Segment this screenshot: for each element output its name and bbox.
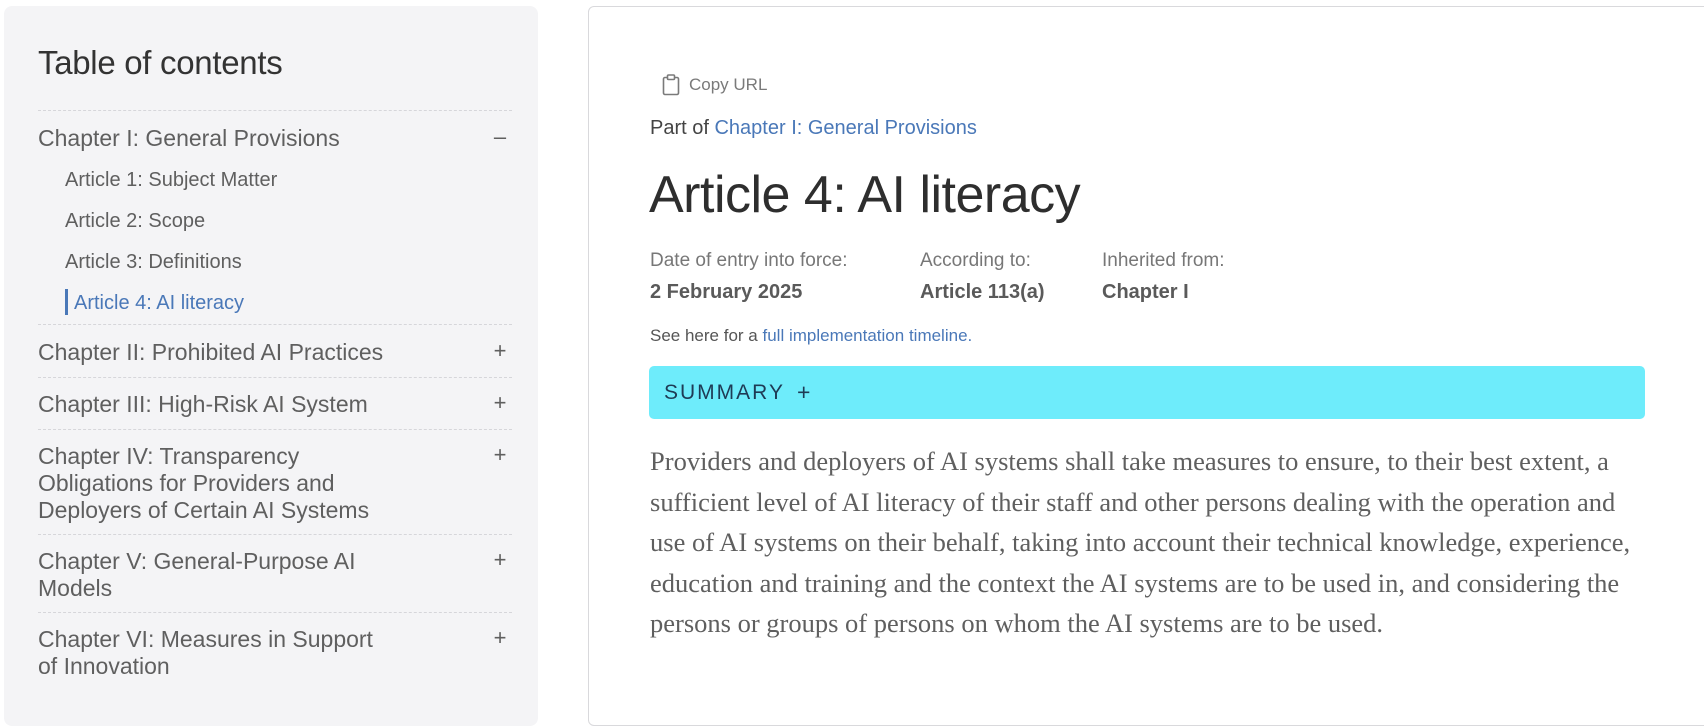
according-to: According to: Article 113(a) (920, 250, 1102, 304)
expand-icon[interactable]: + (490, 443, 510, 467)
copy-url-label[interactable]: Copy URL (689, 75, 767, 95)
article-body: Providers and deployers of AI systems sh… (650, 446, 1631, 638)
page-title: Article 4: AI literacy (649, 166, 1081, 224)
chapter-1-articles: Article 1: Subject Matter Article 2: Sco… (38, 160, 512, 324)
chapter-4-header[interactable]: Chapter IV: Transparency Obligations for… (38, 443, 512, 524)
toc-article-3[interactable]: Article 3: Definitions (38, 242, 512, 283)
entry-label: Date of entry into force: (650, 250, 848, 271)
chapter-6-header[interactable]: Chapter VI: Measures in Support of Innov… (38, 626, 512, 680)
collapse-icon[interactable]: – (490, 125, 510, 149)
chapter-1-label[interactable]: Chapter I: General Provisions (38, 125, 340, 152)
copy-url-button[interactable]: Copy URL (661, 74, 767, 96)
chapter-1-header[interactable]: Chapter I: General Provisions – (38, 125, 512, 152)
inherited-value: Chapter I (1102, 281, 1189, 303)
toc-chapter-4: Chapter IV: Transparency Obligations for… (38, 429, 512, 534)
toc-chapter-1: Chapter I: General Provisions – Article … (38, 110, 512, 324)
toc-article-4-active[interactable]: Article 4: AI literacy (38, 283, 512, 324)
summary-toggle-button[interactable]: SUMMARY + (649, 366, 1645, 419)
expand-icon[interactable]: + (490, 339, 510, 363)
chapter-3-header[interactable]: Chapter III: High-Risk AI System + (38, 391, 512, 418)
toc-title: Table of contents (38, 44, 283, 81)
chapter-2-header[interactable]: Chapter II: Prohibited AI Practices + (38, 339, 512, 366)
clipboard-icon (661, 74, 681, 96)
inherited-from: Inherited from: Chapter I (1102, 250, 1302, 304)
toc-chapter-3: Chapter III: High-Risk AI System + (38, 377, 512, 429)
article-panel: Copy URL Part of Chapter I: General Prov… (588, 6, 1704, 726)
toc-chapter-6: Chapter VI: Measures in Support of Innov… (38, 612, 512, 690)
according-label: According to: (920, 250, 1031, 271)
toc-article-1[interactable]: Article 1: Subject Matter (38, 160, 512, 201)
expand-icon[interactable]: + (490, 548, 510, 572)
chapter-6-label[interactable]: Chapter VI: Measures in Support of Innov… (38, 626, 388, 680)
summary-label[interactable]: SUMMARY (664, 381, 785, 405)
chapter-3-label[interactable]: Chapter III: High-Risk AI System (38, 391, 368, 418)
table-of-contents: Table of contents Chapter I: General Pro… (4, 6, 538, 726)
breadcrumb: Part of Chapter I: General Provisions (650, 117, 977, 140)
entry-into-force: Date of entry into force: 2 February 202… (650, 250, 920, 304)
entry-value: 2 February 2025 (650, 281, 803, 303)
timeline-prefix: See here for a (650, 326, 758, 345)
toc-chapter-2: Chapter II: Prohibited AI Practices + (38, 324, 512, 377)
plus-icon[interactable]: + (797, 379, 810, 406)
toc-chapter-5: Chapter V: General-Purpose AI Models + (38, 534, 512, 612)
breadcrumb-chapter-link[interactable]: Chapter I: General Provisions (714, 117, 976, 139)
expand-icon[interactable]: + (490, 626, 510, 650)
according-value: Article 113(a) (920, 281, 1045, 303)
timeline-note: See here for a full implementation timel… (650, 326, 972, 346)
chapter-5-header[interactable]: Chapter V: General-Purpose AI Models + (38, 548, 512, 602)
expand-icon[interactable]: + (490, 391, 510, 415)
chapter-5-label[interactable]: Chapter V: General-Purpose AI Models (38, 548, 388, 602)
article-metadata: Date of entry into force: 2 February 202… (650, 250, 1302, 304)
timeline-link[interactable]: full implementation timeline. (762, 326, 972, 345)
inherited-label: Inherited from: (1102, 250, 1225, 271)
breadcrumb-prefix: Part of (650, 117, 709, 139)
toc-article-2[interactable]: Article 2: Scope (38, 201, 512, 242)
chapter-4-label[interactable]: Chapter IV: Transparency Obligations for… (38, 443, 388, 524)
chapter-2-label[interactable]: Chapter II: Prohibited AI Practices (38, 339, 383, 366)
